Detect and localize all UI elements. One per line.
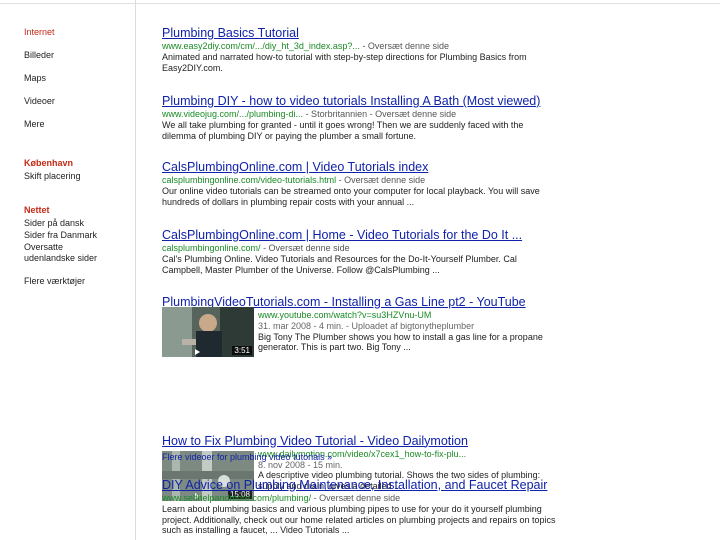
sidebar-item-videos[interactable]: Videoer (24, 96, 55, 107)
result-3: CalsPlumbingOnline.com | Video Tutorials… (162, 160, 562, 207)
play-icon (195, 349, 200, 355)
result-url: calsplumbingonline.com/video-tutorials.h… (162, 175, 562, 186)
result-title[interactable]: CalsPlumbingOnline.com | Home - Video Tu… (162, 228, 562, 242)
sidebar-item-images[interactable]: Billeder (24, 50, 54, 61)
translate-link[interactable]: - Oversæt denne side (362, 41, 449, 51)
more-tools-link[interactable]: Flere værktøjer (24, 276, 85, 287)
result-url-text: www.videojug.com/.../plumbing-di... (162, 109, 306, 119)
result-snippet: Cal's Plumbing Online. Video Tutorials a… (162, 254, 517, 275)
sidebar-item-more[interactable]: Mere (24, 119, 45, 130)
search-results: Plumbing Basics Tutorial www.easy2diy.co… (162, 0, 562, 535)
location-heading: København (24, 158, 74, 168)
translate-link[interactable]: - Storbritannien - Oversæt denne side (306, 109, 457, 119)
result-snippet: Our online video tutorials can be stream… (162, 186, 540, 207)
result-url-text: calsplumbingonline.com/ (162, 243, 264, 253)
result-url-text: calsplumbingonline.com/video-tutorials.h… (162, 175, 339, 185)
change-location-link[interactable]: Skift placering (24, 171, 81, 182)
result-url-text: www.selfhelpandmore.com/plumbing/ (162, 493, 314, 503)
tool-danish-pages[interactable]: Sider på dansk (24, 218, 84, 229)
result-2: Plumbing DIY - how to video tutorials In… (162, 94, 562, 141)
result-title[interactable]: Plumbing Basics Tutorial (162, 26, 562, 40)
tool-pages-from-denmark[interactable]: Sider fra Danmark (24, 230, 97, 241)
result-4: CalsPlumbingOnline.com | Home - Video Tu… (162, 228, 562, 275)
result-title[interactable]: CalsPlumbingOnline.com | Video Tutorials… (162, 160, 562, 174)
sidebar-item-internet[interactable]: Internet (24, 27, 55, 38)
tools-heading: Nettet (24, 205, 50, 215)
sidebar: Internet Billeder Maps Videoer Mere Købe… (0, 0, 136, 540)
video-duration: 3:51 (232, 346, 252, 355)
result-5-video: PlumbingVideoTutorials.com - Installing … (162, 295, 658, 357)
result-title[interactable]: How to Fix Plumbing Video Tutorial - Vid… (162, 434, 658, 448)
translate-link[interactable]: - Oversæt denne side (314, 493, 401, 503)
result-url: www.selfhelpandmore.com/plumbing/ - Over… (162, 493, 562, 504)
result-url: www.easy2diy.com/cm/.../diy_ht_3d_index.… (162, 41, 562, 52)
result-snippet: Big Tony The Plumber shows you how to in… (258, 331, 543, 353)
video-meta: 31. mar 2008 - 4 min. - Uploadet af bigt… (258, 321, 475, 331)
result-url: www.youtube.com/watch?v=su3HZVnu-UM (258, 310, 432, 320)
sidebar-item-maps[interactable]: Maps (24, 73, 46, 84)
result-snippet: We all take plumbing for granted - until… (162, 120, 524, 141)
result-title[interactable]: DIY Advice on Plumbing Maintenance, Inst… (162, 478, 562, 492)
result-7: DIY Advice on Plumbing Maintenance, Inst… (162, 478, 562, 536)
translate-link[interactable]: - Oversæt denne side (263, 243, 350, 253)
result-title[interactable]: Plumbing DIY - how to video tutorials In… (162, 94, 562, 108)
more-videos-link[interactable]: Flere videoer for plumbing video tutoria… (162, 452, 562, 463)
result-snippet: Animated and narrated how-to tutorial wi… (162, 52, 527, 73)
tool-translated-pages[interactable]: Oversatte udenlandske sider (24, 242, 102, 264)
more-videos: Flere videoer for plumbing video tutoria… (162, 452, 562, 463)
result-1: Plumbing Basics Tutorial www.easy2diy.co… (162, 26, 562, 73)
video-thumbnail[interactable]: 3:51 (162, 307, 254, 357)
result-url: calsplumbingonline.com/ - Oversæt denne … (162, 243, 562, 254)
translate-link[interactable]: - Oversæt denne side (339, 175, 426, 185)
result-url-text: www.easy2diy.com/cm/.../diy_ht_3d_index.… (162, 41, 363, 51)
result-snippet: Learn about plumbing basics and various … (162, 504, 556, 535)
result-url: www.videojug.com/.../plumbing-di... - St… (162, 109, 562, 120)
